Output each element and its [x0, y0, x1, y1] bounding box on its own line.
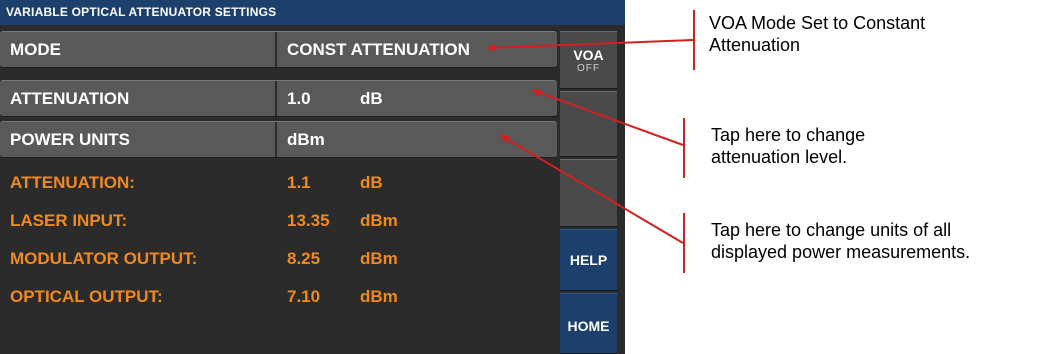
callout-line: displayed power measurements.	[711, 242, 971, 262]
callout-line: Tap here to change units of all	[711, 220, 952, 240]
mode-callout-bracket	[693, 10, 695, 70]
voa-settings-screen: VARIABLE OPTICAL ATTENUATOR SETTINGS MOD…	[0, 0, 625, 354]
row-divider	[275, 81, 277, 116]
mode-label: MODE	[10, 40, 61, 59]
voa-toggle-button[interactable]: VOA OFF	[560, 31, 617, 89]
help-button-label: HELP	[569, 252, 608, 268]
page-title: VARIABLE OPTICAL ATTENUATOR SETTINGS	[0, 0, 625, 25]
power-units-value: dBm	[287, 130, 325, 149]
reading-row-optical-output: OPTICAL OUTPUT: 7.10 dBm	[0, 279, 557, 315]
reading-value: 7.10	[287, 287, 321, 306]
home-button-label: HOME	[567, 318, 610, 334]
side-button-blank-2[interactable]	[560, 159, 617, 227]
reading-row-attenuation: ATTENUATION: 1.1 dB	[0, 165, 557, 201]
reading-row-modulator-output: MODULATOR OUTPUT: 8.25 dBm	[0, 241, 557, 277]
side-button-blank-1[interactable]	[560, 91, 617, 157]
reading-value: 8.25	[287, 249, 321, 268]
reading-unit: dBm	[360, 249, 398, 268]
callout-line: VOA Mode Set to Constant	[709, 13, 926, 33]
reading-label: ATTENUATION:	[10, 173, 135, 192]
units-callout-text: Tap here to change units of all displaye…	[711, 219, 970, 263]
power-units-setting-row[interactable]: POWER UNITS dBm	[0, 121, 557, 158]
reading-unit: dB	[360, 173, 383, 192]
attenuation-setting-row[interactable]: ATTENUATION 1.0 dB	[0, 80, 557, 117]
reading-value: 13.35	[287, 211, 330, 230]
attenuation-callout-bracket	[683, 118, 685, 178]
reading-label: OPTICAL OUTPUT:	[10, 287, 163, 306]
reading-unit: dBm	[360, 211, 398, 230]
callout-line: attenuation level.	[711, 147, 848, 167]
attenuation-label: ATTENUATION	[10, 89, 130, 108]
attenuation-callout-text: Tap here to change attenuation level.	[711, 124, 865, 168]
voa-status-label: OFF	[577, 63, 600, 74]
mode-setting-row[interactable]: MODE CONST ATTENUATION	[0, 31, 557, 68]
callout-line: Tap here to change	[711, 125, 866, 145]
reading-unit: dBm	[360, 287, 398, 306]
help-button[interactable]: HELP	[560, 229, 617, 291]
power-units-label: POWER UNITS	[10, 130, 130, 149]
reading-value: 1.1	[287, 173, 311, 192]
mode-value: CONST ATTENUATION	[287, 40, 470, 59]
voa-button-label: VOA	[573, 47, 604, 63]
attenuation-value: 1.0	[287, 89, 311, 108]
callout-line: Attenuation	[709, 35, 801, 55]
attenuation-unit: dB	[360, 89, 383, 108]
units-callout-bracket	[683, 213, 685, 273]
row-divider	[275, 122, 277, 157]
mode-callout-text: VOA Mode Set to Constant Attenuation	[709, 12, 925, 56]
reading-label: LASER INPUT:	[10, 211, 128, 230]
reading-row-laser-input: LASER INPUT: 13.35 dBm	[0, 203, 557, 239]
home-button[interactable]: HOME	[560, 293, 617, 354]
reading-label: MODULATOR OUTPUT:	[10, 249, 198, 268]
row-divider	[275, 32, 277, 67]
